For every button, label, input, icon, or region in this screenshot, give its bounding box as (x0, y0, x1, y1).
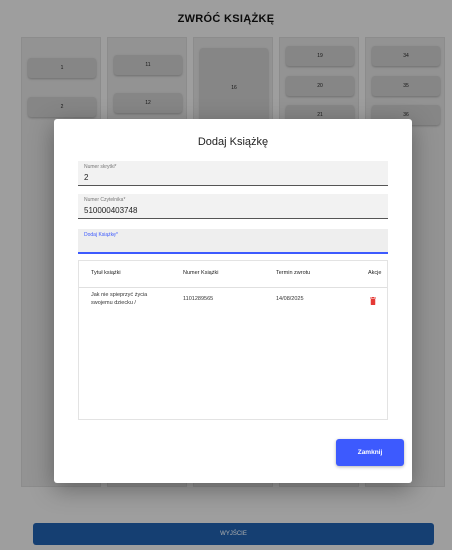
table-row: Jak nie spieprzyć życia swojemu dziecku … (79, 288, 387, 318)
column-header-actions: Akcje (368, 270, 382, 276)
books-table: Tytuł książki Numer Książki Termin zwrot… (78, 260, 388, 420)
book-number: 1101289565 (183, 296, 214, 302)
reader-number-field[interactable]: Numer Czytelnika* 510000403748 (78, 194, 388, 219)
add-book-input[interactable] (84, 240, 374, 251)
book-title-line2: swojemu dziecku / (91, 300, 136, 306)
reader-number-label: Numer Czytelnika* (84, 197, 126, 203)
column-header-number: Numer Książki (183, 270, 219, 276)
locker-number-field[interactable]: Numer skrytki* 2 (78, 161, 388, 186)
add-book-label: Dodaj Książkę* (84, 232, 118, 238)
reader-number-value: 510000403748 (84, 206, 138, 215)
book-due-date: 14/08/2025 (276, 296, 304, 302)
locker-number-value: 2 (84, 173, 89, 182)
dialog-title: Dodaj Książkę (197, 136, 269, 148)
trash-icon[interactable] (370, 297, 376, 305)
column-header-due: Termin zwrotu (276, 270, 311, 276)
add-book-dialog: Dodaj Książkę Numer skrytki* 2 Numer Czy… (54, 119, 412, 483)
locker-number-label: Numer skrytki* (84, 164, 117, 170)
table-header: Tytuł książki Numer Książki Termin zwrot… (79, 261, 387, 288)
close-button[interactable]: Zamknij (336, 439, 404, 466)
book-title-line1: Jak nie spieprzyć życia (91, 292, 148, 298)
add-book-field[interactable]: Dodaj Książkę* (78, 229, 388, 254)
column-header-title: Tytuł książki (91, 270, 121, 276)
